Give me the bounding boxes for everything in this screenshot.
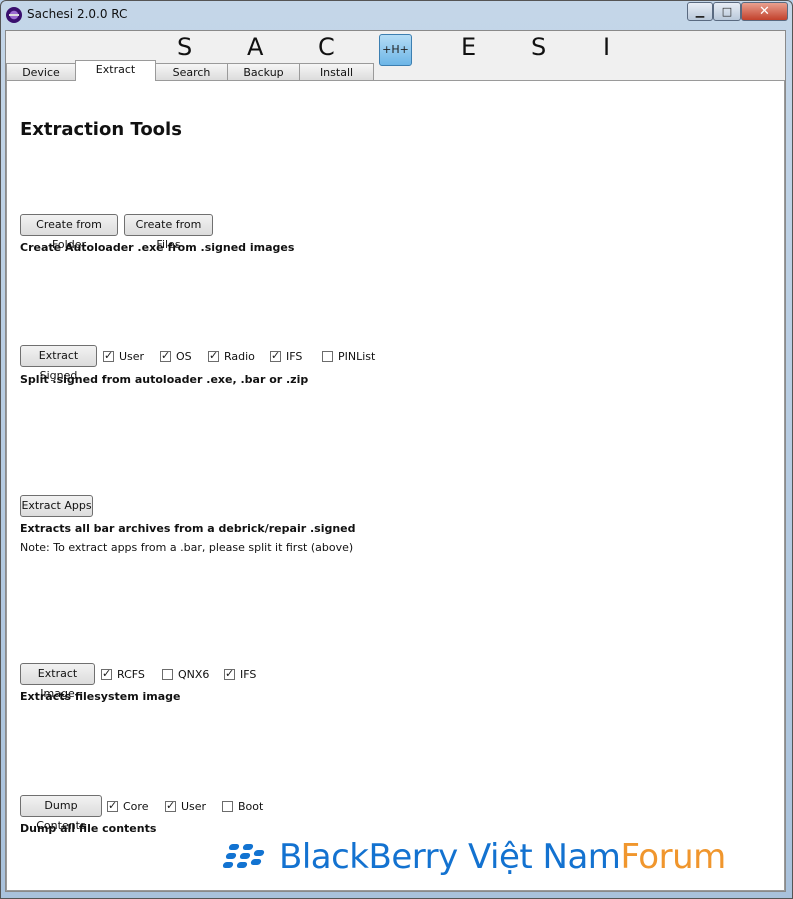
qnx6-checkbox[interactable]: QNX6 bbox=[162, 667, 209, 681]
user-checkbox[interactable]: User bbox=[103, 349, 144, 363]
checkbox-label: IFS bbox=[286, 349, 303, 363]
header-letter: I bbox=[603, 33, 611, 61]
header-letter: S bbox=[177, 33, 193, 61]
autoloader-description: Create Autoloader .exe from .signed imag… bbox=[20, 241, 295, 254]
close-button[interactable]: ✕ bbox=[741, 2, 788, 21]
checkbox-checked-icon bbox=[101, 667, 112, 680]
checkbox-label: User bbox=[181, 799, 207, 813]
checkbox-label: Boot bbox=[238, 799, 264, 813]
checkbox-checked-icon bbox=[208, 349, 219, 362]
image-ifs-checkbox[interactable]: IFS bbox=[224, 667, 256, 681]
maximize-button[interactable]: □ bbox=[713, 2, 741, 21]
header-letter: C bbox=[318, 33, 335, 61]
extract-signed-button[interactable]: Extract Signed bbox=[20, 345, 97, 382]
extract-signed-description: Split .signed from autoloader .exe, .bar… bbox=[20, 373, 309, 386]
checkbox-checked-icon bbox=[103, 349, 114, 362]
dump-contents-description: Dump all file contents bbox=[20, 822, 157, 835]
dump-user-checkbox[interactable]: User bbox=[165, 799, 206, 813]
header-letter: A bbox=[247, 33, 264, 61]
header-h-button[interactable]: +H+ bbox=[379, 34, 412, 66]
app-logo-icon bbox=[6, 7, 22, 23]
tab-extract[interactable]: Extract bbox=[75, 60, 156, 81]
ifs-checkbox[interactable]: IFS bbox=[270, 349, 302, 363]
window-title: Sachesi 2.0.0 RC bbox=[27, 7, 128, 21]
create-from-folder-button[interactable]: Create from Folder bbox=[20, 214, 118, 251]
checkbox-label: RCFS bbox=[117, 667, 145, 681]
checkbox-checked-icon bbox=[160, 349, 171, 362]
extract-image-button[interactable]: Extract Image bbox=[20, 663, 95, 700]
checkbox-label: Radio bbox=[224, 349, 255, 363]
forum-watermark-logo: BlackBerry Việt Nam Forum bbox=[222, 836, 726, 878]
minimize-button[interactable]: ▁ bbox=[687, 2, 713, 21]
checkbox-label: PINList bbox=[338, 349, 376, 363]
title-bar[interactable]: Sachesi 2.0.0 RC ▁ □ ✕ bbox=[1, 1, 792, 29]
rcfs-checkbox[interactable]: RCFS bbox=[101, 667, 145, 681]
checkbox-label: QNX6 bbox=[178, 667, 210, 681]
maximize-icon: □ bbox=[721, 5, 733, 18]
tab-install[interactable]: Install bbox=[299, 63, 374, 80]
header-letter: E bbox=[461, 33, 477, 61]
page-title: Extraction Tools bbox=[20, 119, 182, 140]
checkbox-label: OS bbox=[176, 349, 192, 363]
watermark-text-forum: Forum bbox=[620, 837, 726, 877]
checkbox-unchecked-icon bbox=[162, 668, 173, 680]
watermark-text: BlackBerry Việt Nam bbox=[279, 837, 621, 877]
checkbox-checked-icon bbox=[107, 799, 118, 812]
radio-checkbox[interactable]: Radio bbox=[208, 349, 255, 363]
extract-panel bbox=[6, 80, 785, 891]
blackberry-logo-icon bbox=[222, 842, 273, 872]
extract-apps-note: Note: To extract apps from a .bar, pleas… bbox=[20, 541, 354, 554]
checkbox-checked-icon bbox=[165, 799, 176, 812]
checkbox-checked-icon bbox=[224, 667, 235, 680]
checkbox-label: Core bbox=[123, 799, 149, 813]
boot-checkbox[interactable]: Boot bbox=[222, 799, 263, 813]
extract-image-description: Extracts filesystem image bbox=[20, 690, 181, 703]
tab-backup[interactable]: Backup bbox=[227, 63, 300, 80]
checkbox-unchecked-icon bbox=[322, 350, 333, 362]
dump-contents-button[interactable]: Dump Contents bbox=[20, 795, 102, 832]
checkbox-label: User bbox=[119, 349, 145, 363]
header-letter: S bbox=[531, 33, 547, 61]
checkbox-checked-icon bbox=[270, 349, 281, 362]
minimize-icon: ▁ bbox=[695, 5, 705, 18]
checkbox-label: IFS bbox=[240, 667, 257, 681]
tab-search[interactable]: Search bbox=[155, 63, 228, 80]
extract-apps-description: Extracts all bar archives from a debrick… bbox=[20, 522, 356, 535]
close-icon: ✕ bbox=[759, 4, 770, 19]
tab-device[interactable]: Device bbox=[6, 63, 76, 80]
pinlist-checkbox[interactable]: PINList bbox=[322, 349, 375, 363]
extract-apps-button[interactable]: Extract Apps bbox=[20, 495, 93, 517]
os-checkbox[interactable]: OS bbox=[160, 349, 192, 363]
checkbox-unchecked-icon bbox=[222, 800, 233, 812]
core-checkbox[interactable]: Core bbox=[107, 799, 148, 813]
create-from-files-button[interactable]: Create from Files bbox=[124, 214, 213, 251]
